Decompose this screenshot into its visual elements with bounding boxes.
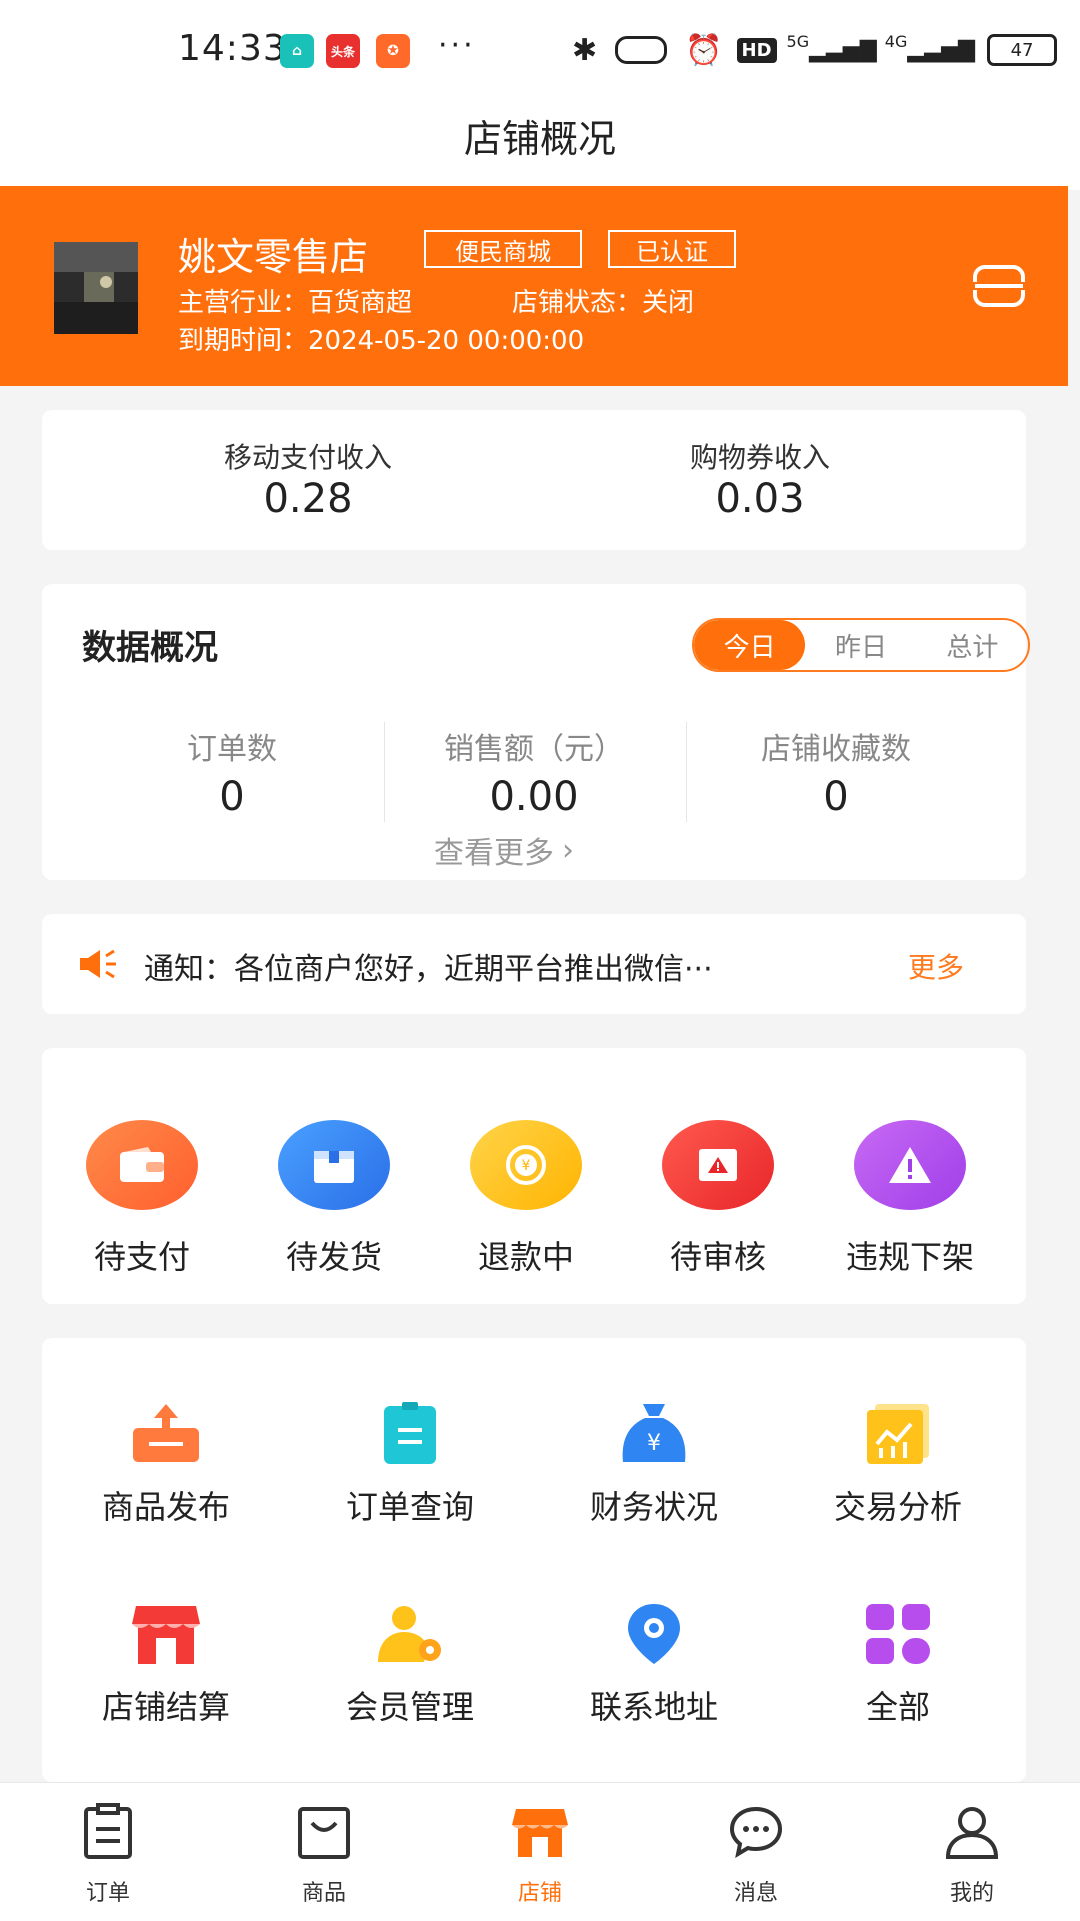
megaphone-icon <box>78 948 118 984</box>
money-bag-icon: ¥ <box>617 1402 691 1466</box>
store-status: 店铺状态：关闭 <box>512 288 695 318</box>
order-status-card: 待支付 待发货 ¥ 退款中 待审核 违规下架 <box>42 1048 1026 1304</box>
store-photo-image <box>54 242 138 334</box>
data-overview-title: 数据概况 <box>82 628 218 668</box>
upload-tray-icon <box>129 1402 203 1466</box>
tab-label: 订单 <box>85 1881 130 1906</box>
segment-yesterday[interactable]: 昨日 <box>805 620 916 670</box>
store-tag-mall: 便民商城 <box>424 230 582 268</box>
status-label: 待发货 <box>285 1238 382 1276</box>
status-label: 待支付 <box>93 1238 190 1276</box>
period-segmented-control: 今日 昨日 总计 <box>692 618 1030 672</box>
network-4g-label: 4G <box>884 32 908 51</box>
storefront-icon <box>129 1602 203 1666</box>
sales-amount-label: 销售额（元） <box>444 732 624 767</box>
chat-bubble-icon <box>726 1803 786 1861</box>
tab-label: 商品 <box>301 1881 346 1906</box>
notice-text: 通知：各位商户您好，近期平台推出微信··· <box>144 952 713 987</box>
box-icon <box>278 1120 390 1210</box>
location-pin-icon <box>617 1602 691 1666</box>
store-header: 姚文零售店 便民商城 已认证 主营行业：百货商超 店铺状态：关闭 到期时间：20… <box>0 186 1068 386</box>
user-profile-icon <box>942 1803 1002 1861</box>
page-title: 店铺概况 <box>463 117 616 161</box>
member-settings-icon <box>373 1602 447 1666</box>
tab-label: 我的 <box>949 1881 994 1906</box>
tab-label: 店铺 <box>517 1881 562 1906</box>
tool-label: 会员管理 <box>345 1688 474 1726</box>
store-tag-verified: 已认证 <box>608 230 736 268</box>
store-expire-time: 到期时间：2024-05-20 00:00:00 <box>178 326 585 356</box>
tab-store[interactable]: 店铺 <box>432 1783 648 1921</box>
battery-icon: 47 <box>987 34 1058 66</box>
mobile-pay-income-label: 移动支付收入 <box>223 441 392 474</box>
tool-label: 财务状况 <box>589 1488 718 1526</box>
alarm-icon: ⏰ <box>685 32 723 68</box>
shopping-bag-icon <box>294 1803 354 1861</box>
refund-coin-icon: ¥ <box>470 1120 582 1210</box>
clipboard-list-icon <box>373 1402 447 1466</box>
tool-label: 交易分析 <box>833 1488 962 1526</box>
signal-icon: ▂▃▅▇ <box>809 37 877 63</box>
notice-more-link[interactable]: 更多 <box>908 946 964 986</box>
status-indicators: ✱ ⏰ HD 5G ▂▃▅▇ 4G ▂▃▅▇ 47 <box>572 32 1058 68</box>
home-app-icon: ⌂ <box>280 34 314 68</box>
order-clipboard-icon <box>78 1803 138 1861</box>
order-count-value: 0 <box>219 774 245 820</box>
tool-label: 店铺结算 <box>101 1688 230 1726</box>
view-more-label: 查看更多 <box>434 836 554 871</box>
toutiao-app-icon: 头条 <box>326 34 360 68</box>
voucher-income-label: 购物券收入 <box>689 441 830 474</box>
warning-icon <box>854 1120 966 1210</box>
bottom-tab-bar: 订单 商品 店铺 消息 我的 <box>0 1782 1080 1921</box>
tab-orders[interactable]: 订单 <box>0 1783 216 1921</box>
status-label: 违规下架 <box>845 1238 974 1276</box>
scan-icon[interactable] <box>972 264 1026 308</box>
store-favorites-value: 0 <box>823 774 849 820</box>
mobile-pay-income-value: 0.28 <box>263 476 353 522</box>
tab-label: 消息 <box>733 1881 778 1906</box>
status-time: 14:33 <box>178 28 287 69</box>
vibrate-icon <box>615 36 668 64</box>
voucher-income-value: 0.03 <box>715 476 805 522</box>
notice-bar[interactable]: 通知：各位商户您好，近期平台推出微信··· 更多 <box>42 914 1026 1014</box>
tool-label: 商品发布 <box>101 1488 230 1526</box>
title-bar: 店铺概况 <box>0 100 1080 190</box>
chart-analysis-icon <box>861 1402 935 1466</box>
store-industry: 主营行业：百货商超 <box>178 288 413 318</box>
tab-mine[interactable]: 我的 <box>864 1783 1080 1921</box>
data-overview-card: 数据概况 今日 昨日 总计 订单数 0 销售额（元） 0.00 店铺收藏数 0 … <box>42 584 1030 880</box>
network-5g-label: 5G <box>786 32 810 51</box>
tool-label: 订单查询 <box>345 1488 474 1526</box>
tool-label: 全部 <box>865 1688 930 1726</box>
store-avatar[interactable] <box>54 242 138 334</box>
taobao-app-icon: ✪ <box>376 34 410 68</box>
store-tab-icon <box>510 1803 570 1861</box>
battery-level: 47 <box>1010 39 1034 61</box>
view-more-link[interactable]: 查看更多 › <box>434 828 574 872</box>
tab-messages[interactable]: 消息 <box>648 1783 864 1921</box>
svg-text:¥: ¥ <box>647 1431 661 1456</box>
segment-today[interactable]: 今日 <box>694 620 806 670</box>
store-favorites-label: 店铺收藏数 <box>761 732 911 767</box>
status-label: 待审核 <box>669 1238 766 1276</box>
wallet-icon <box>86 1120 198 1210</box>
svg-text:¥: ¥ <box>522 1158 531 1174</box>
status-bar: 14:33 ⌂ 头条 ✪ ··· ✱ ⏰ HD 5G ▂▃▅▇ 4G ▂▃▅▇ … <box>0 0 1080 100</box>
status-more-dots: ··· <box>438 28 476 63</box>
signal-icon: ▂▃▅▇ <box>907 37 976 63</box>
tab-products[interactable]: 商品 <box>216 1783 432 1921</box>
order-count-label: 订单数 <box>187 732 277 767</box>
sales-amount-value: 0.00 <box>489 774 579 820</box>
tools-card: 商品发布 订单查询 ¥ 财务状况 交易分析 店铺结算 会员管理 联系地址 全部 <box>42 1338 1026 1782</box>
status-label: 退款中 <box>477 1238 574 1276</box>
bluetooth-icon: ✱ <box>572 32 598 68</box>
segment-total[interactable]: 总计 <box>917 620 1028 670</box>
chevron-right-icon: › <box>562 832 574 868</box>
tool-label: 联系地址 <box>589 1688 718 1726</box>
income-card: 移动支付收入 0.28 购物券收入 0.03 <box>42 410 1026 550</box>
grid-all-icon <box>861 1602 935 1666</box>
store-name: 姚文零售店 <box>178 235 369 279</box>
hd-icon: HD <box>736 37 777 63</box>
review-alert-icon <box>662 1120 774 1210</box>
